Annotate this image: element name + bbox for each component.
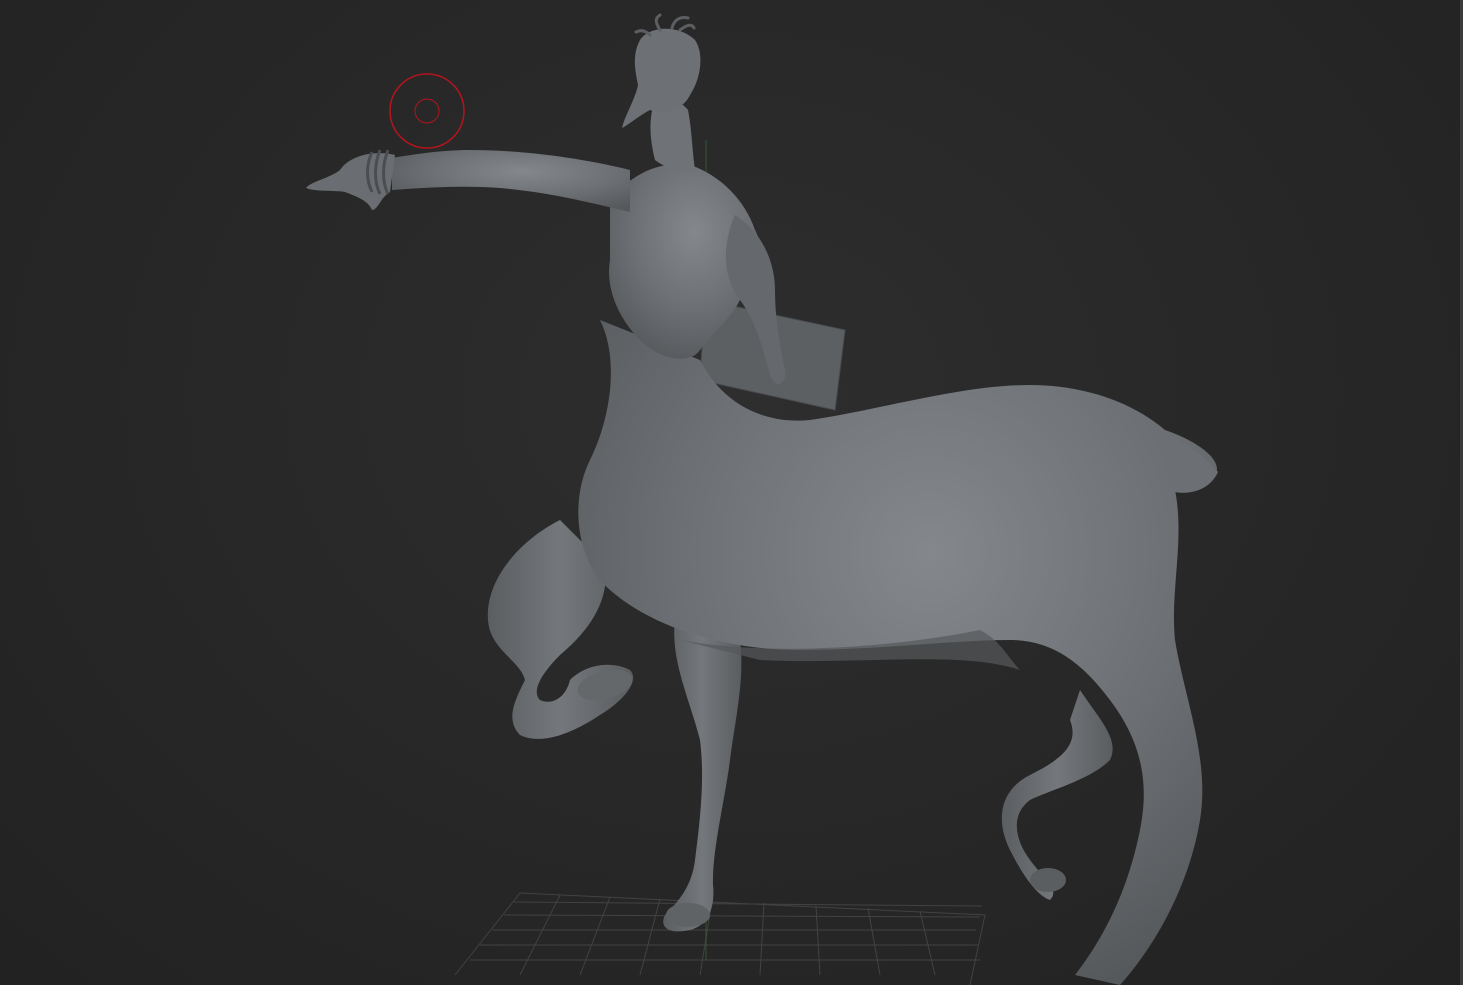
far-hind-leg [1001, 690, 1113, 900]
far-hind-hoof [1030, 868, 1066, 892]
front-hoof [666, 903, 710, 927]
front-standing-leg [663, 620, 742, 932]
viewport-canvas[interactable] [0, 0, 1463, 985]
extended-arm [392, 150, 630, 212]
brush-cursor [389, 73, 465, 149]
floor-grid [454, 892, 986, 985]
pointing-hand [306, 153, 395, 210]
sculpt-viewport[interactable] [0, 0, 1463, 985]
